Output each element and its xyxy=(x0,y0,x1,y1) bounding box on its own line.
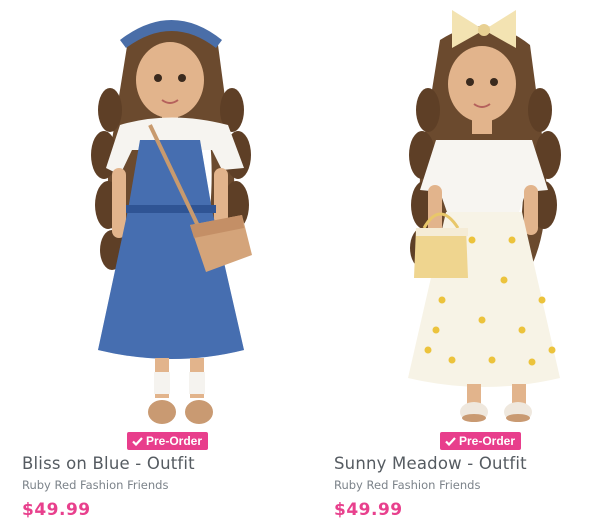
product-image-sunny-meadow[interactable] xyxy=(312,0,593,430)
product-title[interactable]: Bliss on Blue - Outfit xyxy=(22,454,296,473)
badge-label: Pre-Order xyxy=(459,434,516,448)
product-image-bliss-on-blue[interactable] xyxy=(0,0,296,430)
product-title[interactable]: Sunny Meadow - Outfit xyxy=(334,454,593,473)
product-card-bliss-on-blue[interactable]: Pre-Order Bliss on Blue - Outfit Ruby Re… xyxy=(0,0,296,528)
product-card-sunny-meadow[interactable]: Pre-Order Sunny Meadow - Outfit Ruby Red… xyxy=(312,0,593,528)
pre-order-badge: Pre-Order xyxy=(127,432,209,450)
checkmark-icon xyxy=(445,436,456,446)
product-grid: Pre-Order Bliss on Blue - Outfit Ruby Re… xyxy=(0,0,593,528)
product-brand: Ruby Red Fashion Friends xyxy=(334,478,481,492)
product-price: $49.99 xyxy=(334,500,403,520)
badge-label: Pre-Order xyxy=(146,434,203,448)
pre-order-badge: Pre-Order xyxy=(440,432,522,450)
doll-yellow-floral-image xyxy=(408,10,561,422)
product-price: $49.99 xyxy=(22,500,91,520)
checkmark-icon xyxy=(132,436,143,446)
product-brand: Ruby Red Fashion Friends xyxy=(22,478,169,492)
doll-blue-dress-image xyxy=(91,20,252,424)
